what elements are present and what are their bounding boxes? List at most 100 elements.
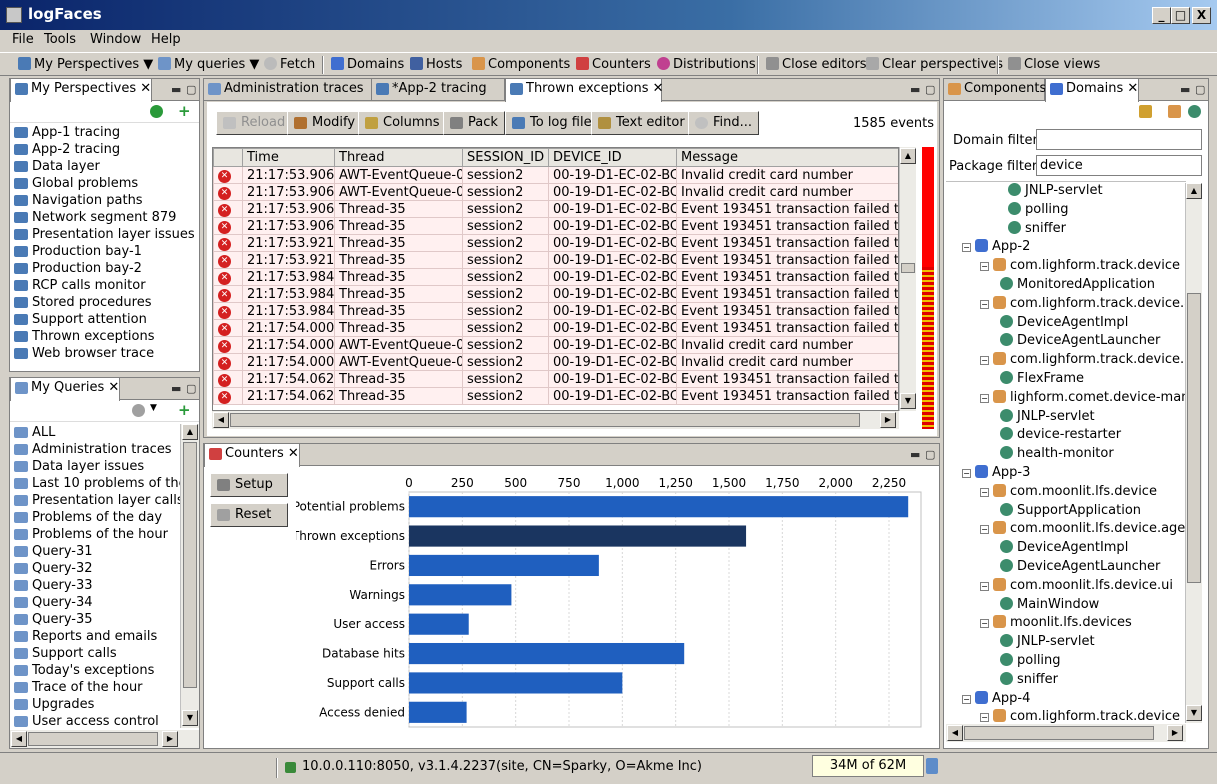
columns-button[interactable]: Columns (358, 111, 447, 135)
tree-node-leaf[interactable]: DeviceAgentImpl (1000, 539, 1128, 557)
collapse-toggle-icon[interactable]: − (980, 299, 989, 309)
trash-icon[interactable] (926, 758, 938, 774)
tree-node-pkg[interactable]: − com.moonlit.lfs.device.ui (980, 577, 1173, 595)
tree-node-pkg[interactable]: − com.lighform.track.device.ui (980, 351, 1186, 369)
setup-button[interactable]: Setup (210, 473, 288, 497)
tab-counters[interactable]: Counters ✕ (204, 444, 300, 467)
maximize-button[interactable]: □ (1171, 7, 1190, 24)
query-item[interactable]: ALL (12, 424, 180, 441)
collapse-toggle-icon[interactable]: − (962, 469, 971, 478)
perspective-item[interactable]: Navigation paths (12, 192, 198, 209)
distributions-button[interactable]: Distributions (657, 56, 756, 74)
group-icon[interactable] (1168, 105, 1181, 118)
tree-node-leaf[interactable]: polling (1008, 201, 1069, 219)
tree-node-pkg[interactable]: − com.lighform.track.device (980, 708, 1180, 724)
perspective-item[interactable]: Stored procedures (12, 294, 198, 311)
perspective-item[interactable]: RCP calls monitor (12, 277, 198, 294)
hscroll-thumb[interactable] (230, 413, 860, 427)
components-button[interactable]: Components (472, 56, 570, 74)
my-perspectives-button[interactable]: My Perspectives ▼ (18, 56, 153, 74)
tab-app2-tracing[interactable]: *App-2 tracing (372, 79, 505, 101)
scroll-down-icon[interactable]: ▼ (900, 393, 916, 409)
query-item[interactable]: User access control (12, 713, 180, 730)
tree-node-leaf[interactable]: DeviceAgentLauncher (1000, 558, 1160, 576)
column-header[interactable]: Thread (334, 148, 463, 167)
clear-perspectives-button[interactable]: Clear perspectives (866, 56, 1003, 74)
tree-node-app[interactable]: − App-4 (962, 690, 1030, 708)
menu-window[interactable]: Window (90, 32, 141, 47)
query-item[interactable]: Problems of the day (12, 509, 180, 526)
reset-button[interactable]: Reset (210, 503, 288, 527)
tree-node-leaf[interactable]: DeviceAgentImpl (1000, 314, 1128, 332)
perspective-item[interactable]: Thrown exceptions (12, 328, 198, 345)
pack-button[interactable]: Pack (443, 111, 505, 135)
perspective-item[interactable]: Data layer (12, 158, 198, 175)
bar[interactable] (409, 554, 599, 577)
bar[interactable] (409, 701, 467, 723)
table-row[interactable]: ✕ 21:17:54.000 Thread-35 session2 00-19-D1-E… (213, 319, 898, 337)
query-item[interactable]: Presentation layer calls (12, 492, 180, 509)
perspective-item[interactable]: Production bay-2 (12, 260, 198, 277)
query-item[interactable]: Last 10 problems of the w (12, 475, 180, 492)
table-row[interactable]: ✕ 21:17:53.984 Thread-35 session2 00-19-D1-E… (213, 268, 898, 286)
perspective-item[interactable]: Production bay-1 (12, 243, 198, 260)
menu-tools[interactable]: Tools (44, 32, 76, 47)
tree-node-leaf[interactable]: JNLP-servlet (1000, 408, 1095, 426)
tree-node-leaf[interactable]: MainWindow (1000, 596, 1099, 614)
my-queries-button[interactable]: My queries ▼ (158, 56, 259, 74)
scroll-right-icon[interactable]: ▶ (880, 412, 896, 428)
scroll-thumb[interactable] (901, 263, 915, 273)
maximize-view-icon[interactable]: ▢ (186, 83, 196, 96)
hscroll-thumb[interactable] (964, 726, 1154, 740)
tree-node-leaf[interactable]: JNLP-servlet (1000, 633, 1095, 651)
add-icon[interactable]: + (178, 102, 191, 120)
scroll-left-icon[interactable]: ◀ (213, 412, 229, 428)
tree-scrollbar[interactable]: ▲ ▼ (1185, 183, 1202, 723)
collapse-toggle-icon[interactable]: − (980, 619, 989, 629)
tree-hscrollbar[interactable]: ◀ ▶ (946, 724, 1186, 742)
tree-node-leaf[interactable]: sniffer (1000, 671, 1058, 689)
event-overview-ruler[interactable] (922, 147, 934, 429)
modify-button[interactable]: Modify (287, 111, 363, 135)
close-views-button[interactable]: Close views (1008, 56, 1100, 74)
scroll-up-icon[interactable]: ▲ (1186, 183, 1202, 199)
query-item[interactable]: Query-33 (12, 577, 180, 594)
collapse-toggle-icon[interactable]: − (980, 393, 989, 403)
perspective-item[interactable]: Network segment 879 (12, 209, 198, 226)
table-row[interactable]: ✕ 21:17:53.906 AWT-EventQueue-0 session2 00-… (213, 183, 898, 201)
tab-my-perspectives[interactable]: My Perspectives ✕ (10, 79, 153, 102)
scroll-thumb[interactable] (183, 442, 197, 688)
collapse-toggle-icon[interactable]: − (980, 713, 989, 723)
text-editor-button[interactable]: Text editor (591, 111, 692, 135)
tree-node-leaf[interactable]: polling (1000, 652, 1061, 670)
perspective-item[interactable]: Web browser trace (12, 345, 198, 362)
query-item[interactable]: Support calls (12, 645, 180, 662)
scroll-down-icon[interactable]: ▼ (1186, 705, 1202, 721)
tree-node-pkg[interactable]: −com.lighform.track.device.age (980, 295, 1186, 313)
bar[interactable] (409, 672, 623, 694)
query-item[interactable]: Administration traces (12, 441, 180, 458)
table-row[interactable]: ✕ 21:17:53.906 Thread-35 session2 00-19-D1-E… (213, 200, 898, 218)
tree-node-leaf[interactable]: FlexFrame (1000, 370, 1084, 388)
tab-my-queries[interactable]: My Queries ✕ (10, 378, 121, 401)
minimize-view-icon[interactable]: ▬ (910, 448, 920, 461)
table-row[interactable]: ✕ 21:17:54.062 Thread-35 session2 00-19-D1-E… (213, 387, 898, 405)
to-log-file-button[interactable]: To log file (505, 111, 599, 135)
menu-help[interactable]: Help (151, 32, 181, 47)
tab-domains[interactable]: Domains ✕ (1045, 79, 1140, 102)
fetch-button[interactable]: Fetch (264, 56, 315, 74)
scroll-up-icon[interactable]: ▲ (900, 148, 916, 164)
collapse-toggle-icon[interactable]: − (962, 694, 971, 704)
maximize-view-icon[interactable]: ▢ (186, 382, 196, 395)
tree-node-pkg[interactable]: − com.lighform.track.device (980, 257, 1180, 275)
hosts-button[interactable]: Hosts (410, 56, 462, 74)
perspective-item[interactable]: App-1 tracing (12, 124, 198, 141)
perspective-item[interactable]: App-2 tracing (12, 141, 198, 158)
minimize-view-icon[interactable]: ▬ (910, 83, 920, 96)
collapse-toggle-icon[interactable]: − (980, 487, 989, 497)
scroll-right-icon[interactable]: ▶ (1167, 725, 1183, 741)
collapse-toggle-icon[interactable]: − (980, 581, 989, 591)
bar[interactable] (409, 613, 469, 635)
query-item[interactable]: Query-34 (12, 594, 180, 611)
bar[interactable] (409, 584, 512, 606)
